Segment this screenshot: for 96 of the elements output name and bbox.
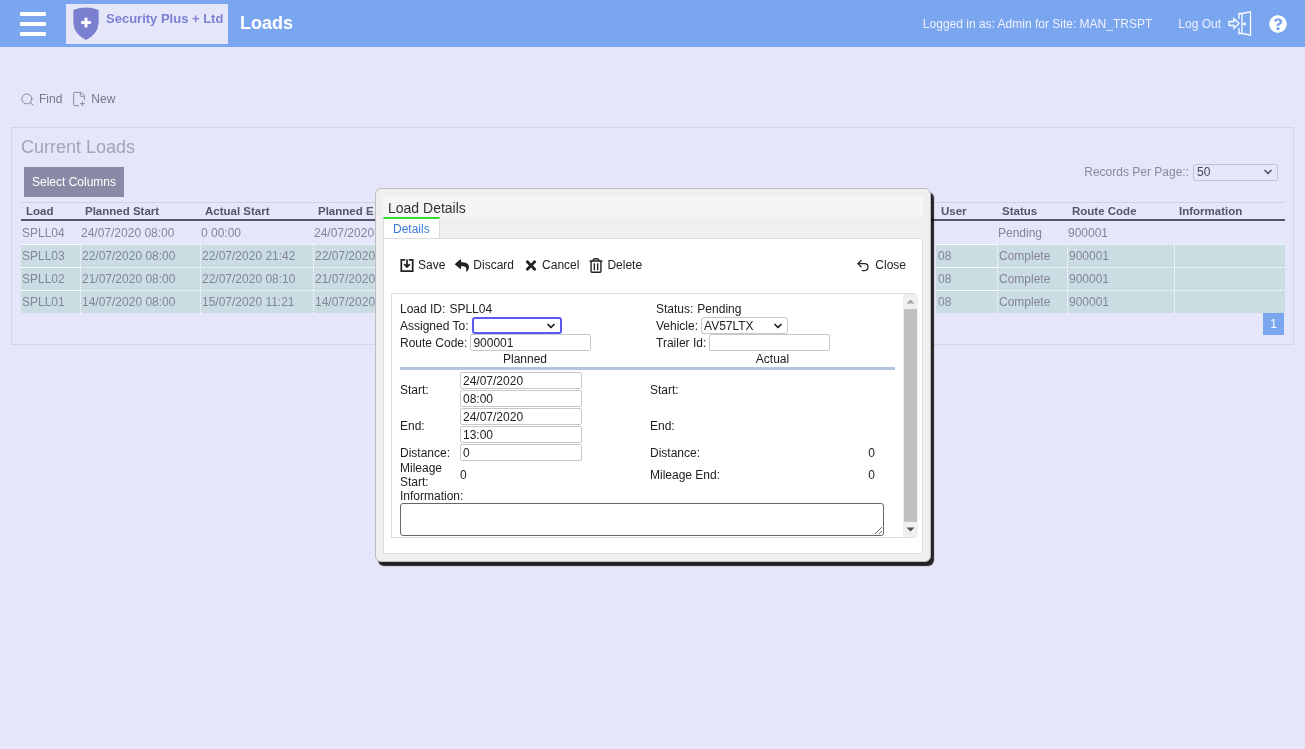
table-cell: 21/07/2020 08:00 xyxy=(80,267,200,290)
table-cell: Complete xyxy=(997,267,1067,290)
trash-icon xyxy=(589,257,604,273)
table-cell: SPLL03 xyxy=(21,244,80,267)
table-cell: Complete xyxy=(997,290,1067,313)
status-label: Status: xyxy=(656,301,694,317)
information-label: Information: xyxy=(400,489,464,503)
table-cell: Complete xyxy=(997,244,1067,267)
route-code-input[interactable]: 900001 xyxy=(470,334,592,351)
actual-start-label: Start: xyxy=(650,381,679,398)
door-exit-icon xyxy=(1228,11,1252,36)
page-title: Loads xyxy=(240,12,293,35)
planned-end-label: End: xyxy=(400,417,426,434)
mileage-end-value: 0 xyxy=(868,467,875,483)
table-cell: 08 xyxy=(936,244,997,267)
table-cell: SPLL01 xyxy=(21,290,80,313)
assigned-to-select[interactable] xyxy=(471,317,562,334)
table-cell-text: Pending xyxy=(997,225,1044,242)
reply-arrow-icon xyxy=(455,257,470,273)
panel-title: Current Loads xyxy=(21,136,136,158)
save-button[interactable]: Save xyxy=(400,256,446,274)
records-per-page-label: Records Per Page:: xyxy=(1084,164,1189,181)
planned-distance-input[interactable]: 0 xyxy=(460,444,582,461)
table-cell: 900001 xyxy=(1067,244,1174,267)
table-cell: 14/07/2020 xyxy=(313,290,375,313)
route-code-label: Route Code: xyxy=(400,334,468,351)
table-cell-text: 900001 xyxy=(1067,225,1110,242)
planned-end-date-input[interactable]: 24/07/2020 xyxy=(460,408,582,425)
mileage-end-label: Mileage End: xyxy=(650,467,721,483)
trailer-id-label: Trailer Id: xyxy=(656,334,707,351)
scrollbar-track[interactable] xyxy=(903,294,918,537)
select-columns-button[interactable]: Select Columns xyxy=(24,167,125,197)
planned-start-time-input[interactable]: 08:00 xyxy=(460,390,582,407)
cross-icon xyxy=(524,257,539,273)
table-cell: 22/07/2020 08:10 xyxy=(200,267,313,290)
column-header[interactable]: Status xyxy=(1002,203,1038,221)
vehicle-label: Vehicle: xyxy=(656,317,699,334)
trailer-id-input[interactable] xyxy=(709,334,831,351)
table-cell-text: 24/07/2020 08:00 xyxy=(80,225,176,242)
actual-heading: Actual xyxy=(755,351,790,367)
load-id-value: SPLL04 xyxy=(449,301,493,317)
mileage-start-value: 0 xyxy=(460,467,467,483)
table-cell-text: 0 00:00 xyxy=(200,225,243,242)
status-value: Pending xyxy=(697,301,742,317)
table-cell-text: SPLL04 xyxy=(21,225,66,242)
actual-distance-value: 0 xyxy=(868,444,875,461)
vehicle-select[interactable]: AV57LTX xyxy=(701,317,789,334)
table-cell-text: 24/07/2020 xyxy=(313,225,375,242)
planned-heading: Planned xyxy=(502,351,547,367)
discard-button[interactable]: Discard xyxy=(455,256,515,274)
new-button[interactable]: New xyxy=(71,90,116,108)
find-button[interactable]: Find xyxy=(20,90,63,108)
planned-start-date-input[interactable]: 24/07/2020 xyxy=(460,372,582,389)
menu-icon[interactable] xyxy=(20,11,46,36)
planned-distance-label: Distance: xyxy=(400,444,452,461)
table-cell: 22/07/2020 21:42 xyxy=(200,244,313,267)
column-header[interactable]: Actual Start xyxy=(205,203,270,221)
records-per-page-select[interactable]: 50 xyxy=(1193,163,1278,181)
column-header[interactable]: Load xyxy=(26,203,54,221)
mileage-start-label: Mileage Start: xyxy=(400,461,444,489)
table-cell: 900001 xyxy=(1067,290,1174,313)
assigned-to-label: Assigned To: xyxy=(400,317,469,334)
column-header[interactable]: Planned Start xyxy=(85,203,160,221)
column-header[interactable]: Information xyxy=(1179,203,1243,221)
information-textarea[interactable] xyxy=(400,503,884,536)
table-cell: 15/07/2020 11:21 xyxy=(200,290,313,313)
table-cell: 900001 xyxy=(1067,267,1174,290)
table-cell: SPLL02 xyxy=(21,267,80,290)
table-cell: 08 xyxy=(936,290,997,313)
table-cell: 08 xyxy=(936,267,997,290)
planned-start-label: Start: xyxy=(400,381,430,398)
logo-name: Security Plus + Ltd xyxy=(106,9,224,28)
search-icon xyxy=(20,91,35,107)
details-tab[interactable]: Details xyxy=(383,217,440,238)
actual-end-label: End: xyxy=(650,417,675,434)
table-cell: 21/07/2020 xyxy=(313,267,375,290)
table-cell: 22/07/2020 xyxy=(313,244,375,267)
column-header[interactable]: Planned E xyxy=(318,203,374,221)
column-header[interactable]: Route Code xyxy=(1072,203,1137,221)
shield-icon xyxy=(71,6,101,41)
table-cell: 14/07/2020 08:00 xyxy=(80,290,200,313)
cancel-button[interactable]: Cancel xyxy=(524,256,580,274)
dialog-title: Load Details xyxy=(388,199,466,217)
close-button[interactable]: Close xyxy=(855,256,906,274)
load-id-label: Load ID: xyxy=(400,301,446,317)
scrollbar-thumb[interactable] xyxy=(904,309,917,522)
actual-distance-label: Distance: xyxy=(650,444,701,461)
column-header[interactable]: User xyxy=(941,203,967,221)
help-icon[interactable] xyxy=(1269,14,1287,33)
save-icon xyxy=(400,257,414,273)
new-document-icon xyxy=(71,90,88,108)
undo-arrow-icon xyxy=(855,257,872,273)
delete-button[interactable]: Delete xyxy=(589,256,643,274)
table-cell: 22/07/2020 08:00 xyxy=(80,244,200,267)
user-info: Logged in as: Admin for Site: MAN_TRSPT xyxy=(922,15,1153,33)
planned-end-time-input[interactable]: 13:00 xyxy=(460,426,582,443)
